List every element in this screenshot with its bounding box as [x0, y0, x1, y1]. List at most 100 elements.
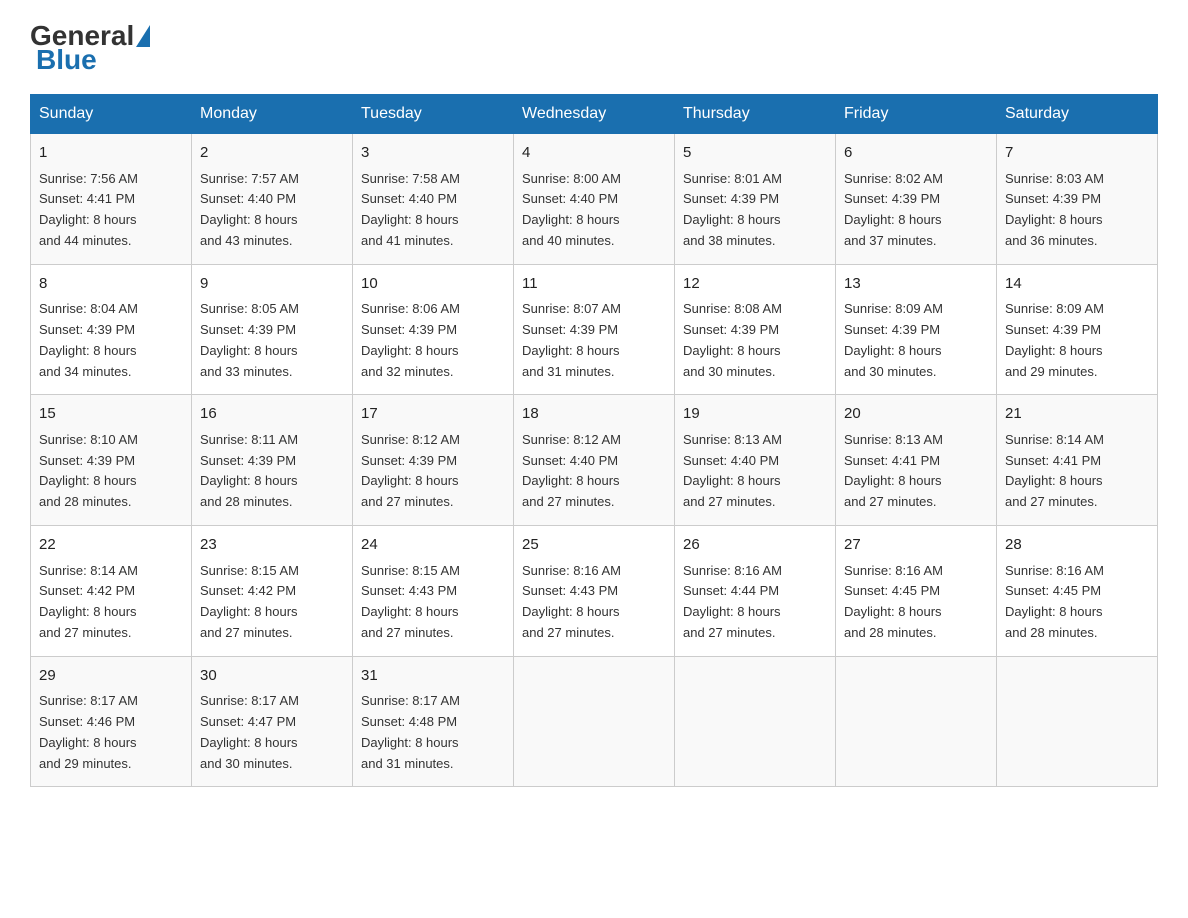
calendar-cell [675, 656, 836, 787]
day-number: 31 [361, 665, 505, 688]
day-number: 12 [683, 273, 827, 296]
day-number: 23 [200, 534, 344, 557]
calendar-cell: 27 Sunrise: 8:16 AMSunset: 4:45 PMDaylig… [836, 526, 997, 657]
day-number: 14 [1005, 273, 1149, 296]
day-info: Sunrise: 8:17 AMSunset: 4:48 PMDaylight:… [361, 691, 505, 774]
day-number: 26 [683, 534, 827, 557]
calendar-table: SundayMondayTuesdayWednesdayThursdayFrid… [30, 94, 1158, 787]
day-number: 9 [200, 273, 344, 296]
day-info: Sunrise: 8:16 AMSunset: 4:44 PMDaylight:… [683, 561, 827, 644]
calendar-cell: 16 Sunrise: 8:11 AMSunset: 4:39 PMDaylig… [192, 395, 353, 526]
day-info: Sunrise: 8:02 AMSunset: 4:39 PMDaylight:… [844, 169, 988, 252]
day-info: Sunrise: 8:13 AMSunset: 4:40 PMDaylight:… [683, 430, 827, 513]
day-number: 29 [39, 665, 183, 688]
logo-blue: Blue [36, 44, 97, 76]
day-number: 27 [844, 534, 988, 557]
weekday-header-monday: Monday [192, 95, 353, 134]
calendar-cell: 21 Sunrise: 8:14 AMSunset: 4:41 PMDaylig… [997, 395, 1158, 526]
weekday-header-sunday: Sunday [31, 95, 192, 134]
calendar-cell: 9 Sunrise: 8:05 AMSunset: 4:39 PMDayligh… [192, 264, 353, 395]
day-number: 28 [1005, 534, 1149, 557]
day-info: Sunrise: 8:06 AMSunset: 4:39 PMDaylight:… [361, 299, 505, 382]
calendar-cell: 17 Sunrise: 8:12 AMSunset: 4:39 PMDaylig… [353, 395, 514, 526]
day-info: Sunrise: 8:03 AMSunset: 4:39 PMDaylight:… [1005, 169, 1149, 252]
calendar-cell: 12 Sunrise: 8:08 AMSunset: 4:39 PMDaylig… [675, 264, 836, 395]
day-number: 30 [200, 665, 344, 688]
calendar-cell: 14 Sunrise: 8:09 AMSunset: 4:39 PMDaylig… [997, 264, 1158, 395]
calendar-cell: 29 Sunrise: 8:17 AMSunset: 4:46 PMDaylig… [31, 656, 192, 787]
day-info: Sunrise: 8:08 AMSunset: 4:39 PMDaylight:… [683, 299, 827, 382]
week-row-2: 8 Sunrise: 8:04 AMSunset: 4:39 PMDayligh… [31, 264, 1158, 395]
day-info: Sunrise: 8:16 AMSunset: 4:45 PMDaylight:… [1005, 561, 1149, 644]
calendar-cell: 18 Sunrise: 8:12 AMSunset: 4:40 PMDaylig… [514, 395, 675, 526]
day-info: Sunrise: 8:17 AMSunset: 4:47 PMDaylight:… [200, 691, 344, 774]
weekday-header-wednesday: Wednesday [514, 95, 675, 134]
calendar-cell: 28 Sunrise: 8:16 AMSunset: 4:45 PMDaylig… [997, 526, 1158, 657]
day-number: 5 [683, 142, 827, 165]
day-info: Sunrise: 8:05 AMSunset: 4:39 PMDaylight:… [200, 299, 344, 382]
week-row-1: 1 Sunrise: 7:56 AMSunset: 4:41 PMDayligh… [31, 134, 1158, 265]
calendar-cell: 11 Sunrise: 8:07 AMSunset: 4:39 PMDaylig… [514, 264, 675, 395]
day-info: Sunrise: 8:09 AMSunset: 4:39 PMDaylight:… [1005, 299, 1149, 382]
day-number: 11 [522, 273, 666, 296]
calendar-cell [514, 656, 675, 787]
day-info: Sunrise: 8:07 AMSunset: 4:39 PMDaylight:… [522, 299, 666, 382]
calendar-cell [997, 656, 1158, 787]
day-number: 2 [200, 142, 344, 165]
day-info: Sunrise: 8:13 AMSunset: 4:41 PMDaylight:… [844, 430, 988, 513]
day-info: Sunrise: 8:12 AMSunset: 4:39 PMDaylight:… [361, 430, 505, 513]
day-number: 8 [39, 273, 183, 296]
calendar-cell [836, 656, 997, 787]
weekday-header-tuesday: Tuesday [353, 95, 514, 134]
day-number: 3 [361, 142, 505, 165]
day-info: Sunrise: 8:00 AMSunset: 4:40 PMDaylight:… [522, 169, 666, 252]
week-row-5: 29 Sunrise: 8:17 AMSunset: 4:46 PMDaylig… [31, 656, 1158, 787]
day-info: Sunrise: 8:17 AMSunset: 4:46 PMDaylight:… [39, 691, 183, 774]
calendar-cell: 6 Sunrise: 8:02 AMSunset: 4:39 PMDayligh… [836, 134, 997, 265]
calendar-cell: 5 Sunrise: 8:01 AMSunset: 4:39 PMDayligh… [675, 134, 836, 265]
day-number: 6 [844, 142, 988, 165]
day-info: Sunrise: 8:15 AMSunset: 4:42 PMDaylight:… [200, 561, 344, 644]
day-number: 15 [39, 403, 183, 426]
day-number: 18 [522, 403, 666, 426]
calendar-cell: 25 Sunrise: 8:16 AMSunset: 4:43 PMDaylig… [514, 526, 675, 657]
calendar-cell: 23 Sunrise: 8:15 AMSunset: 4:42 PMDaylig… [192, 526, 353, 657]
day-number: 22 [39, 534, 183, 557]
calendar-cell: 30 Sunrise: 8:17 AMSunset: 4:47 PMDaylig… [192, 656, 353, 787]
day-number: 21 [1005, 403, 1149, 426]
day-number: 1 [39, 142, 183, 165]
day-info: Sunrise: 8:15 AMSunset: 4:43 PMDaylight:… [361, 561, 505, 644]
day-info: Sunrise: 8:16 AMSunset: 4:43 PMDaylight:… [522, 561, 666, 644]
day-number: 16 [200, 403, 344, 426]
weekday-header-thursday: Thursday [675, 95, 836, 134]
calendar-cell: 24 Sunrise: 8:15 AMSunset: 4:43 PMDaylig… [353, 526, 514, 657]
day-number: 4 [522, 142, 666, 165]
calendar-cell: 19 Sunrise: 8:13 AMSunset: 4:40 PMDaylig… [675, 395, 836, 526]
day-number: 7 [1005, 142, 1149, 165]
calendar-cell: 13 Sunrise: 8:09 AMSunset: 4:39 PMDaylig… [836, 264, 997, 395]
day-info: Sunrise: 8:04 AMSunset: 4:39 PMDaylight:… [39, 299, 183, 382]
calendar-cell: 7 Sunrise: 8:03 AMSunset: 4:39 PMDayligh… [997, 134, 1158, 265]
weekday-header-row: SundayMondayTuesdayWednesdayThursdayFrid… [31, 95, 1158, 134]
day-info: Sunrise: 7:58 AMSunset: 4:40 PMDaylight:… [361, 169, 505, 252]
weekday-header-saturday: Saturday [997, 95, 1158, 134]
calendar-cell: 22 Sunrise: 8:14 AMSunset: 4:42 PMDaylig… [31, 526, 192, 657]
day-info: Sunrise: 8:10 AMSunset: 4:39 PMDaylight:… [39, 430, 183, 513]
weekday-header-friday: Friday [836, 95, 997, 134]
day-info: Sunrise: 7:57 AMSunset: 4:40 PMDaylight:… [200, 169, 344, 252]
logo: General Blue [30, 20, 152, 76]
calendar-cell: 10 Sunrise: 8:06 AMSunset: 4:39 PMDaylig… [353, 264, 514, 395]
calendar-cell: 15 Sunrise: 8:10 AMSunset: 4:39 PMDaylig… [31, 395, 192, 526]
day-info: Sunrise: 8:09 AMSunset: 4:39 PMDaylight:… [844, 299, 988, 382]
day-info: Sunrise: 8:14 AMSunset: 4:41 PMDaylight:… [1005, 430, 1149, 513]
calendar-cell: 3 Sunrise: 7:58 AMSunset: 4:40 PMDayligh… [353, 134, 514, 265]
day-number: 10 [361, 273, 505, 296]
day-info: Sunrise: 8:16 AMSunset: 4:45 PMDaylight:… [844, 561, 988, 644]
calendar-cell: 8 Sunrise: 8:04 AMSunset: 4:39 PMDayligh… [31, 264, 192, 395]
day-info: Sunrise: 7:56 AMSunset: 4:41 PMDaylight:… [39, 169, 183, 252]
page-header: General Blue [30, 20, 1158, 76]
calendar-cell: 1 Sunrise: 7:56 AMSunset: 4:41 PMDayligh… [31, 134, 192, 265]
day-number: 17 [361, 403, 505, 426]
day-info: Sunrise: 8:01 AMSunset: 4:39 PMDaylight:… [683, 169, 827, 252]
logo-triangle-icon [136, 25, 150, 47]
